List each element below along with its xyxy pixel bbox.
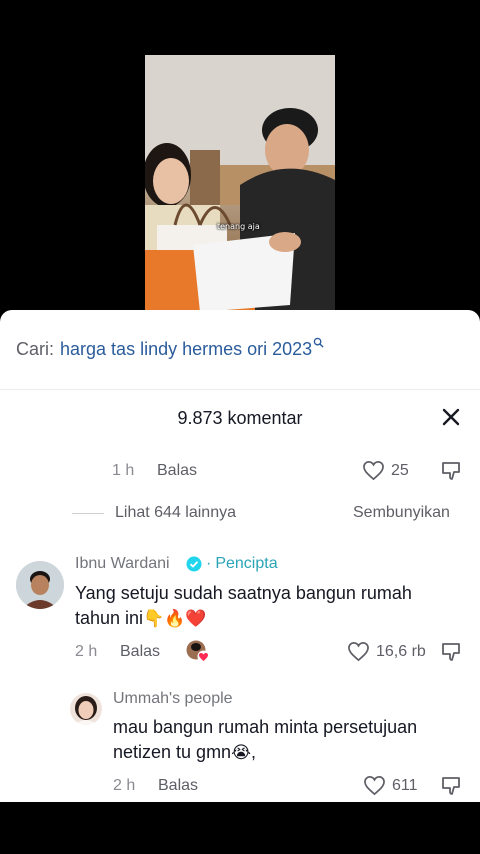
comment-count-label: 9.873 komentar bbox=[177, 408, 303, 428]
search-suggestion-bar[interactable]: Cari: harga tas lindy hermes ori 2023 bbox=[0, 310, 480, 390]
comment-username[interactable]: Ummah's people bbox=[113, 690, 233, 708]
avatar-image bbox=[16, 561, 64, 609]
like-button[interactable]: 16,6 rb bbox=[347, 641, 426, 662]
dislike-icon[interactable] bbox=[440, 460, 462, 487]
comment-time: 2 h bbox=[113, 777, 136, 794]
video-caption: tenang aja bbox=[217, 222, 260, 231]
comment-emojis: 👇🔥❤️ bbox=[143, 609, 207, 629]
comment-count: 9.873 komentar bbox=[0, 408, 480, 429]
avatar[interactable] bbox=[16, 561, 64, 609]
comment-time: 1 h bbox=[112, 462, 135, 479]
like-count: 611 bbox=[392, 776, 418, 794]
comment-text: Yang setuju sudah saatnya bangun rumah t… bbox=[75, 581, 475, 632]
avatar-image bbox=[70, 693, 102, 725]
view-more-replies[interactable]: Lihat 644 lainnya bbox=[115, 504, 236, 522]
dislike-icon[interactable] bbox=[440, 775, 462, 802]
comment-time: 2 h bbox=[75, 643, 98, 660]
comment-emoji: 😭 bbox=[231, 743, 251, 763]
close-icon[interactable] bbox=[438, 404, 464, 430]
creator-label: Pencipta bbox=[215, 555, 278, 572]
comment-line-text: netizen tu gmn bbox=[113, 742, 232, 762]
like-button[interactable]: 611 bbox=[363, 775, 418, 796]
like-button[interactable]: 25 bbox=[362, 460, 409, 481]
comment-line: Yang setuju sudah saatnya bangun rumah bbox=[75, 583, 412, 603]
like-count: 16,6 rb bbox=[376, 642, 426, 660]
comment-line-text: tahun ini bbox=[75, 608, 144, 628]
search-icon bbox=[313, 337, 324, 351]
comment-text: mau bangun rumah minta persetujuan netiz… bbox=[113, 715, 473, 766]
bottom-bar bbox=[0, 802, 480, 854]
creator-dot: · bbox=[206, 555, 212, 572]
creator-liked-avatar bbox=[186, 640, 210, 663]
search-query-link[interactable]: harga tas lindy hermes ori 2023 bbox=[60, 339, 312, 360]
comment-line: mau bangun rumah minta persetujuan bbox=[113, 717, 418, 737]
heart-icon bbox=[348, 642, 369, 662]
heart-icon bbox=[364, 776, 385, 796]
dislike-icon[interactable] bbox=[440, 641, 462, 668]
comment-sheet: Cari: harga tas lindy hermes ori 2023 9.… bbox=[0, 310, 480, 802]
reply-button[interactable]: Balas bbox=[158, 777, 198, 795]
divider-line bbox=[72, 513, 104, 514]
comment-line-tail: , bbox=[250, 742, 256, 762]
verified-icon bbox=[186, 556, 202, 572]
creator-tag: · Pencipta bbox=[186, 555, 278, 573]
hide-replies[interactable]: Sembunyikan bbox=[353, 504, 450, 522]
avatar[interactable] bbox=[70, 693, 102, 725]
video-player[interactable]: tenang aja bbox=[0, 0, 480, 312]
reply-button[interactable]: Balas bbox=[157, 462, 197, 480]
comment-line: netizen tu gmn😭, bbox=[113, 740, 473, 766]
comment-line: tahun ini👇🔥❤️ bbox=[75, 606, 475, 632]
video-scene-image bbox=[145, 55, 335, 312]
search-prefix: Cari: bbox=[16, 339, 55, 359]
heart-icon bbox=[363, 461, 384, 481]
reply-button[interactable]: Balas bbox=[120, 643, 160, 661]
comment-username[interactable]: Ibnu Wardani bbox=[75, 555, 170, 573]
like-count: 25 bbox=[391, 461, 409, 479]
video-frame[interactable]: tenang aja bbox=[145, 55, 335, 312]
